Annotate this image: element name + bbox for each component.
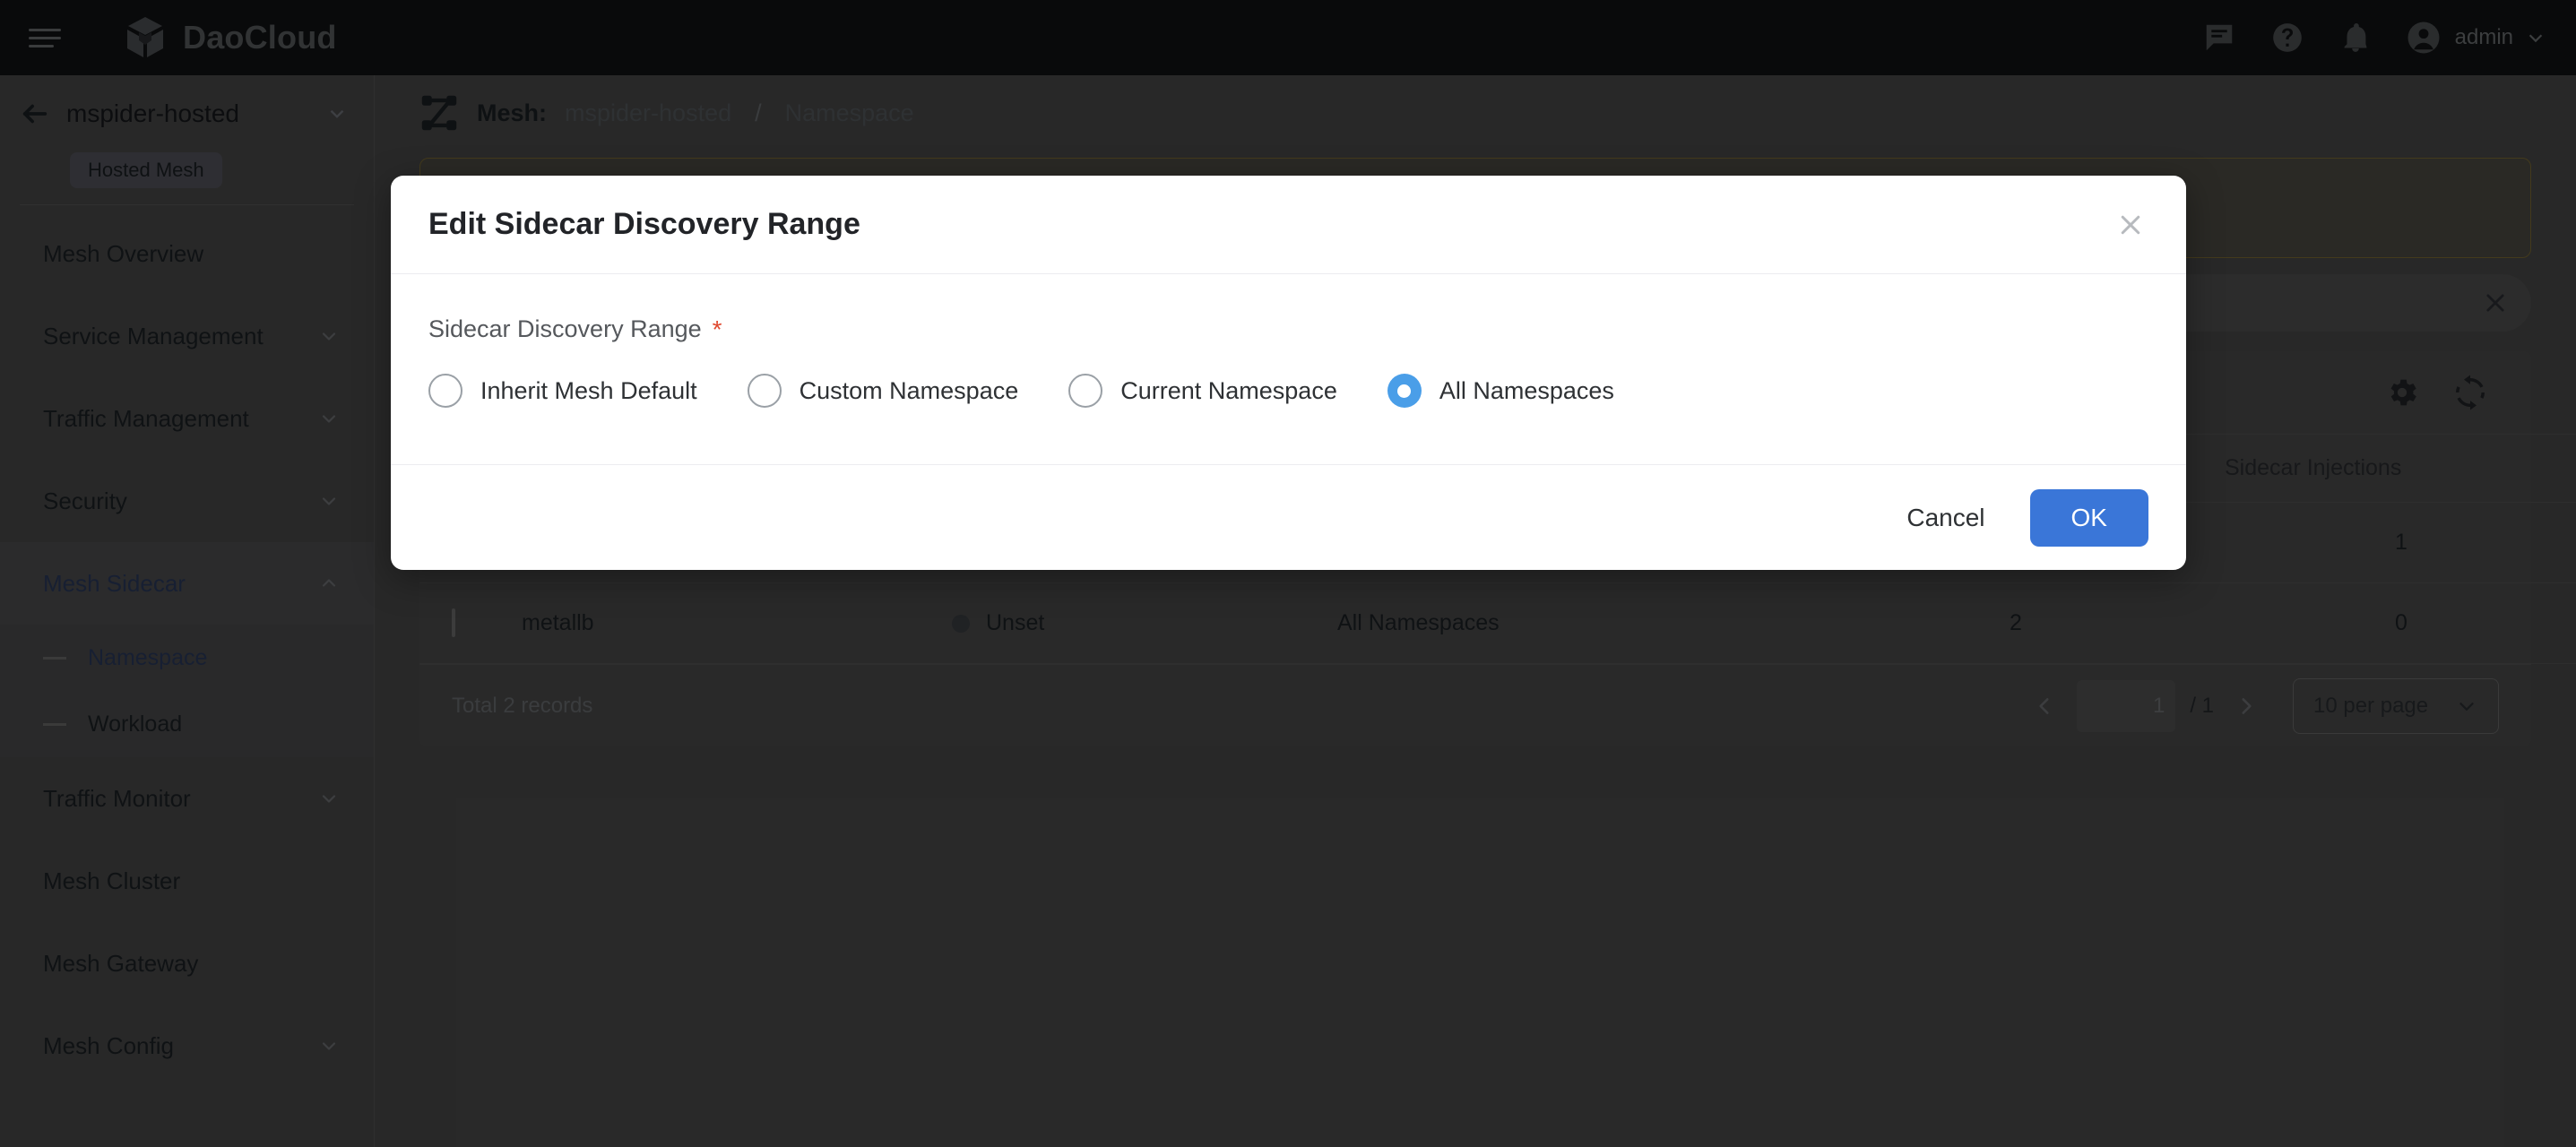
radio-label: Inherit Mesh Default	[480, 376, 697, 404]
modal-overlay[interactable]	[0, 0, 2576, 1147]
radio-custom-namespace[interactable]: Custom Namespace	[747, 374, 1019, 408]
app-root: DaoCloud admin mspider-hosted Hosted Mes…	[0, 0, 2576, 1147]
edit-sidecar-discovery-range-dialog: Edit Sidecar Discovery Range Sidecar Dis…	[391, 176, 2186, 570]
radio-current-namespace[interactable]: Current Namespace	[1068, 374, 1337, 408]
radio-mark[interactable]	[1068, 374, 1103, 408]
dialog-footer: Cancel OK	[391, 464, 2186, 570]
ok-button[interactable]: OK	[2029, 488, 2148, 547]
radio-mark[interactable]	[1387, 374, 1422, 408]
radio-label: Custom Namespace	[799, 376, 1019, 404]
close-icon[interactable]	[2113, 207, 2148, 243]
radio-label: Current Namespace	[1120, 376, 1337, 404]
radio-mark[interactable]	[428, 374, 462, 408]
radio-mark[interactable]	[747, 374, 782, 408]
radio-inherit-mesh-default[interactable]: Inherit Mesh Default	[428, 374, 697, 408]
discovery-range-radio-group: Inherit Mesh Default Custom Namespace Cu…	[428, 374, 2148, 408]
radio-all-namespaces[interactable]: All Namespaces	[1387, 374, 1614, 408]
dialog-body: Sidecar Discovery Range * Inherit Mesh D…	[391, 274, 2186, 464]
dialog-title: Edit Sidecar Discovery Range	[428, 207, 860, 241]
radio-label: All Namespaces	[1439, 376, 1614, 404]
cancel-button[interactable]: Cancel	[1881, 489, 2010, 547]
required-marker: *	[712, 315, 722, 343]
dialog-header: Edit Sidecar Discovery Range	[391, 176, 2186, 274]
field-label-row: Sidecar Discovery Range *	[428, 315, 2148, 343]
field-label: Sidecar Discovery Range	[428, 315, 702, 342]
